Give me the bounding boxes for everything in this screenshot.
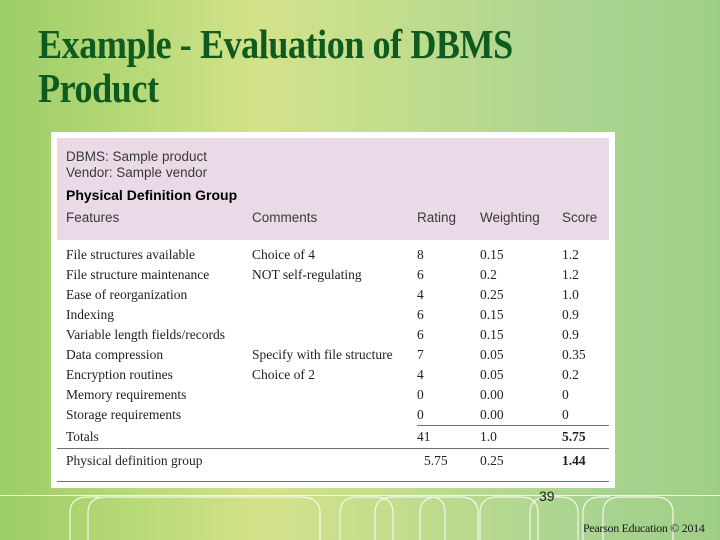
deco-arc (339, 496, 394, 540)
slide-title-line-2: Product (38, 65, 159, 111)
vendor-line: Vendor: Sample vendor (66, 165, 208, 180)
cell-feature: Ease of reorganization (66, 287, 188, 302)
slide-title: Example - Evaluation of DBMS Product (38, 22, 619, 110)
cell-feature: Encryption routines (66, 367, 173, 382)
page-number: 39 (539, 488, 555, 504)
cell-weighting: 0.00 (480, 407, 504, 422)
deco-arc (69, 496, 100, 540)
cell-feature: File structures available (66, 247, 195, 262)
group-summary-weighting: 0.25 (480, 453, 504, 468)
header-rating: Rating (417, 210, 457, 225)
cell-rating: 4 (417, 287, 424, 302)
evaluation-figure: DBMS: Sample product Vendor: Sample vend… (51, 132, 615, 488)
cell-feature: File structure maintenance (66, 267, 210, 282)
cell-weighting: 0.05 (480, 347, 504, 362)
deco-arc (374, 496, 446, 540)
cell-rating: 6 (417, 327, 424, 342)
cell-rating: 7 (417, 347, 424, 362)
deco-arc (87, 496, 321, 540)
cell-weighting: 0.15 (480, 327, 504, 342)
cell-rating: 0 (417, 407, 424, 422)
group-summary-score: 1.44 (562, 453, 586, 468)
cell-feature: Data compression (66, 347, 164, 362)
cell-weighting: 0.25 (480, 287, 504, 302)
cell-weighting: 0.00 (480, 387, 504, 402)
cell-weighting: 0.05 (480, 367, 504, 382)
cell-rating: 6 (417, 307, 424, 322)
header-comments: Comments (252, 210, 318, 225)
cell-score: 1.2 (562, 247, 579, 262)
bottom-rule (57, 481, 609, 482)
cell-score: 0.2 (562, 367, 579, 382)
totals-score: 5.75 (562, 429, 586, 444)
deco-arc (479, 496, 539, 540)
cell-comment: NOT self-regulating (252, 267, 362, 282)
group-title: Physical Definition Group (66, 187, 238, 203)
cell-rating: 4 (417, 367, 424, 382)
header-score: Score (562, 210, 598, 225)
header-weighting: Weighting (480, 210, 540, 225)
cell-weighting: 0.15 (480, 247, 504, 262)
cell-comment: Choice of 2 (252, 367, 315, 382)
cell-comment: Specify with file structure (252, 347, 393, 362)
subtotal-rule (417, 425, 609, 426)
totals-weighting: 1.0 (480, 429, 497, 444)
cell-weighting: 0.15 (480, 307, 504, 322)
cell-feature: Memory requirements (66, 387, 187, 402)
cell-score: 0.9 (562, 307, 579, 322)
group-summary-label: Physical definition group (66, 453, 203, 468)
slide-title-line-1: Example - Evaluation of DBMS (38, 21, 513, 67)
cell-score: 0.9 (562, 327, 579, 342)
cell-comment: Choice of 4 (252, 247, 315, 262)
cell-rating: 0 (417, 387, 424, 402)
cell-feature: Storage requirements (66, 407, 182, 422)
cell-rating: 6 (417, 267, 424, 282)
header-features: Features (66, 210, 120, 225)
cell-rating: 8 (417, 247, 424, 262)
copyright-credit: Pearson Education © 2014 (583, 521, 705, 535)
group-summary-rating: 5.75 (424, 453, 448, 468)
totals-rule (57, 448, 609, 449)
totals-rating: 41 (417, 429, 431, 444)
cell-score: 1.0 (562, 287, 579, 302)
cell-score: 0.35 (562, 347, 586, 362)
deco-arc (419, 496, 479, 540)
cell-score: 0 (562, 387, 569, 402)
cell-feature: Variable length fields/records (66, 327, 225, 342)
cell-feature: Indexing (66, 307, 114, 322)
totals-label: Totals (66, 429, 99, 444)
cell-score: 0 (562, 407, 569, 422)
cell-weighting: 0.2 (480, 267, 497, 282)
cell-score: 1.2 (562, 267, 579, 282)
dbms-line: DBMS: Sample product (66, 149, 208, 164)
